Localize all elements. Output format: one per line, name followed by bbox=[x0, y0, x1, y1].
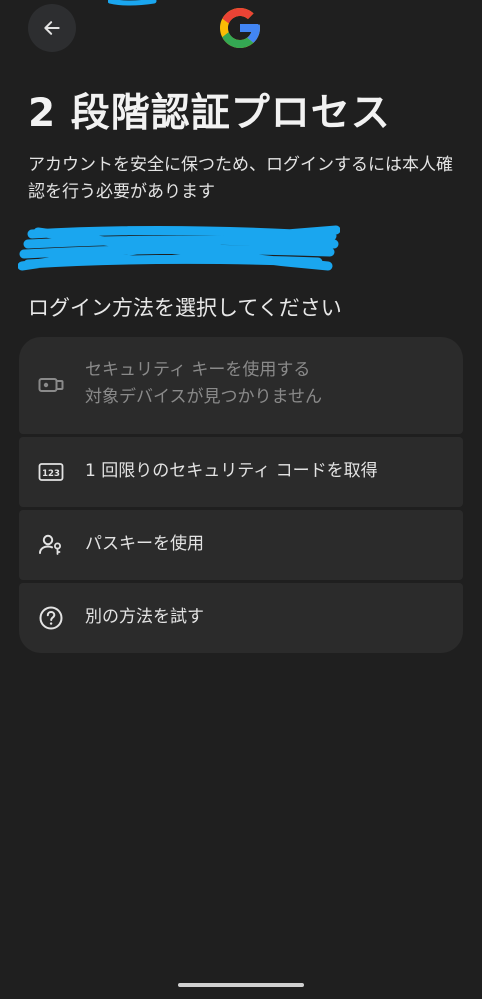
option-sublabel: 対象デバイスが見つかりません bbox=[85, 387, 322, 407]
screen: 2 段階認証プロセス アカウントを安全に保つため、ログインするには本人確認を行う… bbox=[0, 0, 482, 999]
page-title: 2 段階認証プロセス bbox=[28, 91, 391, 136]
option-label: パスキーを使用 bbox=[85, 534, 204, 554]
svg-text:123: 123 bbox=[42, 469, 60, 479]
sign-in-options-list: セキュリティ キーを使用する 対象デバイスが見つかりません 123 1 回限りの… bbox=[19, 337, 463, 656]
option-label: 1 回限りのセキュリティ コードを取得 bbox=[85, 461, 378, 481]
section-heading: ログイン方法を選択してください bbox=[28, 296, 342, 320]
top-bar bbox=[0, 0, 482, 56]
redaction-scribble-account bbox=[18, 225, 340, 271]
passkey-icon bbox=[37, 531, 65, 559]
option-label: セキュリティ キーを使用する bbox=[85, 360, 311, 380]
help-circle-icon bbox=[37, 604, 65, 632]
option-label: 別の方法を試す bbox=[85, 607, 204, 627]
description-text: アカウントを安全に保つため、ログインするには本人確認を行う必要があります bbox=[28, 155, 453, 202]
option-try-another-way[interactable]: 別の方法を試す bbox=[19, 583, 463, 653]
home-indicator[interactable] bbox=[178, 983, 304, 987]
option-one-time-code[interactable]: 123 1 回限りのセキュリティ コードを取得 bbox=[19, 437, 463, 507]
security-key-icon bbox=[37, 371, 65, 399]
back-button[interactable] bbox=[28, 4, 76, 52]
google-logo bbox=[220, 8, 260, 48]
option-passkey[interactable]: パスキーを使用 bbox=[19, 510, 463, 580]
option-security-key[interactable]: セキュリティ キーを使用する 対象デバイスが見つかりません bbox=[19, 337, 463, 434]
code-123-icon: 123 bbox=[37, 458, 65, 486]
arrow-back-icon bbox=[44, 21, 60, 35]
